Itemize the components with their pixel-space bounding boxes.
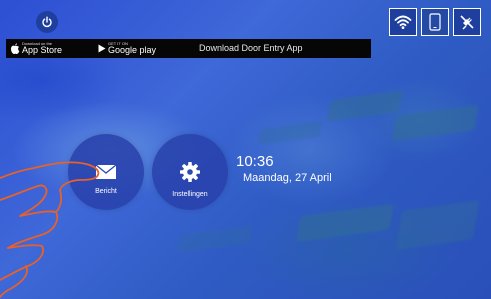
download-app-link[interactable]: Download Door Entry App (199, 43, 303, 53)
app-store-badge[interactable]: Download on the App Store (10, 39, 62, 58)
background-shape (391, 104, 479, 142)
connection-status-button[interactable] (453, 8, 481, 36)
background-shape (257, 120, 323, 146)
background-shape (395, 199, 480, 251)
clock-time: 10:36 (236, 153, 274, 170)
plug-disconnected-icon (460, 15, 474, 30)
home-screen: Download on the App Store GET IT ON Goog… (0, 0, 491, 299)
background-shape (326, 90, 404, 122)
background-shape (177, 225, 253, 253)
status-icons (389, 8, 481, 36)
settings-button[interactable]: Instellingen (152, 134, 228, 210)
phone-icon (429, 13, 441, 31)
app-download-banner: Download on the App Store GET IT ON Goog… (6, 39, 371, 58)
settings-label: Instellingen (172, 190, 208, 198)
wifi-icon (394, 15, 412, 29)
power-button[interactable] (36, 11, 58, 33)
google-play-icon (98, 44, 106, 53)
background-shape (296, 203, 394, 243)
google-play-text: Google play (108, 45, 157, 55)
gear-icon (180, 161, 200, 182)
wifi-status-button[interactable] (389, 8, 417, 36)
app-store-text: App Store (22, 45, 63, 55)
top-bar: Download on the App Store GET IT ON Goog… (0, 0, 491, 60)
pointing-hand-illustration (0, 161, 100, 298)
settings-circle[interactable]: Instellingen (152, 134, 228, 210)
phone-status-button[interactable] (421, 8, 449, 36)
apple-icon (11, 42, 20, 54)
power-icon (42, 16, 52, 28)
clock-date: Maandag, 27 April (243, 172, 332, 184)
google-play-badge[interactable]: GET IT ON Google play (98, 39, 156, 58)
